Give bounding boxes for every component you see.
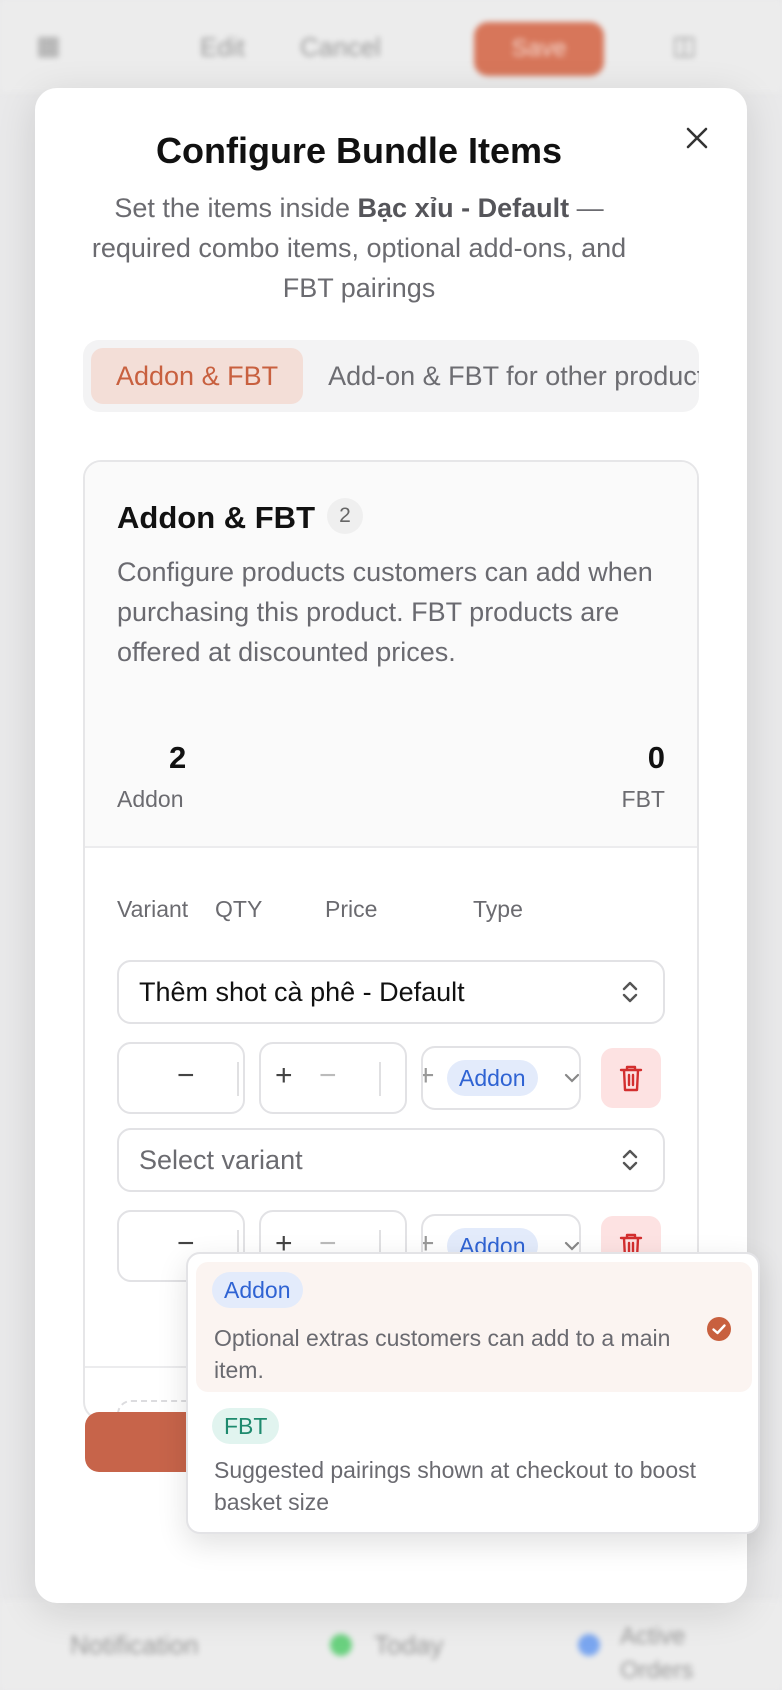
background-save-button: Save bbox=[474, 22, 604, 76]
variant-select-placeholder: Select variant bbox=[139, 1145, 303, 1175]
chevron-down-icon bbox=[564, 1241, 579, 1251]
background-active-orders-label: Active Orders bbox=[620, 1623, 694, 1684]
delete-button[interactable] bbox=[601, 1048, 661, 1108]
addon-count-label: Addon bbox=[117, 786, 184, 812]
variant-select[interactable]: Thêm shot cà phê - Default bbox=[117, 960, 665, 1024]
option-description: Suggested pairings shown at checkout to … bbox=[214, 1457, 697, 1515]
minus-icon[interactable]: − bbox=[177, 1059, 195, 1093]
price-stepper[interactable]: + − bbox=[259, 1042, 407, 1114]
chevron-up-down-icon bbox=[622, 981, 638, 1003]
type-select[interactable]: + Addon bbox=[421, 1046, 581, 1110]
chevron-down-icon bbox=[564, 1073, 579, 1083]
column-price: Price bbox=[325, 896, 378, 922]
addon-count: 2 bbox=[169, 740, 187, 775]
trash-icon bbox=[619, 1065, 643, 1092]
background-cancel-label: Cancel bbox=[300, 32, 381, 62]
row-controls: − + − + Addon bbox=[117, 1042, 665, 1114]
tab-bar: Addon & FBT Add-on & FBT for other produ… bbox=[83, 340, 699, 412]
column-qty: QTY bbox=[215, 896, 263, 922]
background-bottombar: Notification Today Active Orders bbox=[0, 1600, 782, 1690]
count-badge: 2 bbox=[327, 498, 363, 534]
status-dot-icon bbox=[330, 1634, 352, 1656]
variant-select-value: Thêm shot cà phê - Default bbox=[139, 977, 465, 1007]
modal-title: Configure Bundle Items bbox=[155, 130, 563, 171]
menu-icon: ▦ bbox=[36, 30, 61, 60]
divider bbox=[379, 1062, 381, 1096]
type-pill-addon: Addon bbox=[447, 1060, 538, 1096]
background-icon: ◫ bbox=[672, 30, 697, 60]
section-description: Configure products customers can add whe… bbox=[117, 557, 653, 667]
check-circle-icon bbox=[707, 1317, 731, 1341]
background-today-label: Today bbox=[374, 1630, 444, 1660]
status-dot-icon bbox=[578, 1634, 600, 1656]
card-header: Addon & FBT 2 Configure products custome… bbox=[85, 462, 697, 848]
chevron-up-down-icon bbox=[622, 1149, 638, 1171]
variant-select[interactable]: Select variant bbox=[117, 1128, 665, 1192]
dropdown-option-addon[interactable]: Addon Optional extras customers can add … bbox=[196, 1262, 752, 1392]
background-notification-label: Notification bbox=[70, 1630, 199, 1660]
quantity-stepper[interactable]: − bbox=[117, 1042, 245, 1114]
option-pill-addon: Addon bbox=[212, 1272, 303, 1308]
modal-subtitle: Set the items inside Bạc xỉu - Default —… bbox=[75, 188, 643, 308]
background-topbar: ▦ Edit Cancel Save ◫ bbox=[0, 0, 782, 92]
option-pill-fbt: FBT bbox=[212, 1408, 280, 1444]
fbt-count: 0 bbox=[647, 740, 665, 775]
close-button[interactable] bbox=[677, 118, 717, 158]
column-type: Type bbox=[473, 896, 523, 922]
divider bbox=[237, 1062, 239, 1096]
plus-icon: + bbox=[423, 1059, 435, 1093]
dropdown-option-fbt[interactable]: FBT Suggested pairings shown at checkout… bbox=[196, 1396, 752, 1524]
background-edit-label: Edit bbox=[200, 32, 245, 62]
subtitle-prefix: Set the items inside bbox=[114, 193, 358, 223]
minus-icon[interactable]: − bbox=[319, 1059, 337, 1093]
option-description: Optional extras customers can add to a m… bbox=[214, 1325, 671, 1383]
section-title: Addon & FBT bbox=[117, 500, 316, 535]
tab-addon-fbt[interactable]: Addon & FBT bbox=[91, 348, 304, 404]
column-variant: Variant bbox=[117, 896, 189, 922]
type-dropdown-menu: Addon Optional extras customers can add … bbox=[186, 1252, 760, 1534]
tab-addon-fbt-other-products[interactable]: Add-on & FBT for other products bbox=[303, 348, 699, 404]
fbt-count-label: FBT bbox=[621, 786, 665, 812]
subtitle-product-name: Bạc xỉu - Default bbox=[357, 193, 570, 223]
close-icon bbox=[686, 127, 708, 149]
plus-icon[interactable]: + bbox=[275, 1059, 293, 1093]
